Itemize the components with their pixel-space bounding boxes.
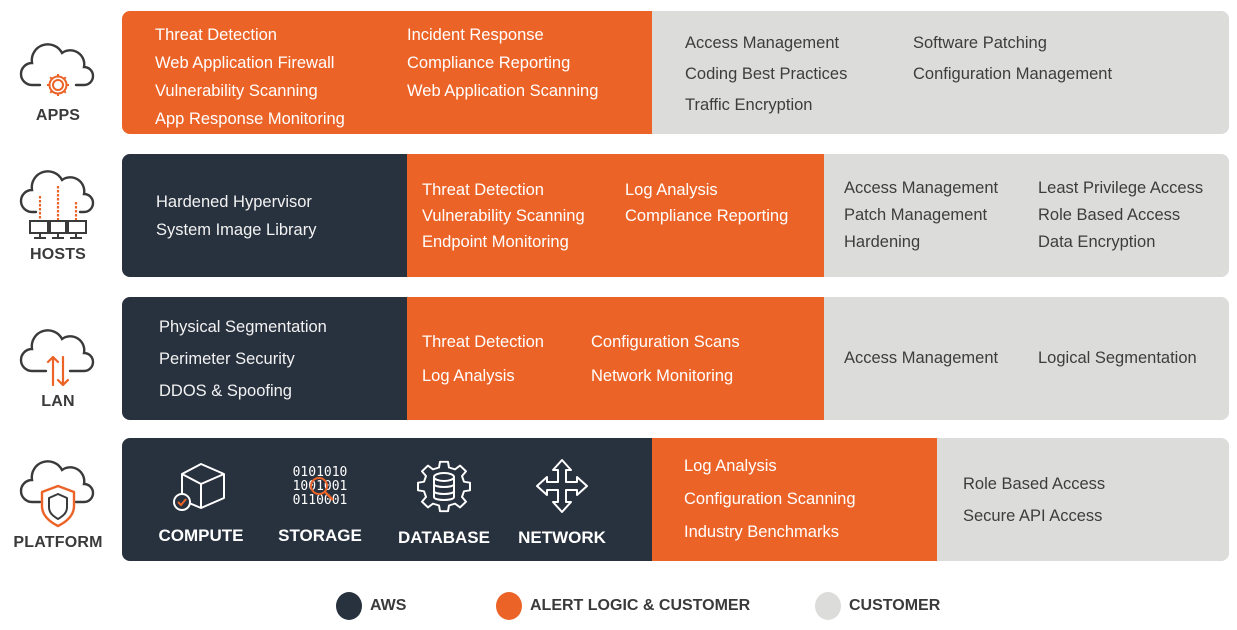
lan-aws-segment: Physical Segmentation Perimeter Security… [122,297,407,420]
legend-swatch [496,592,522,620]
list-item: Role Based Access [963,474,1106,493]
list-item: Web Application Firewall [155,54,335,72]
list-item: Log Analysis [625,180,718,199]
list-item: Least Privilege Access [1038,179,1204,197]
list-item: Role Based Access [1038,206,1181,224]
list-item: Vulnerability Scanning [422,206,585,225]
list-item: Web Application Scanning [407,82,599,100]
layer-lan-icon-group: LAN [12,319,104,411]
cloud-servers-icon [19,170,95,239]
list-item: Logical Segmentation [1038,349,1197,367]
apps-customer-segment: Access Management Coding Best Practices … [652,11,1229,134]
svg-text:1001001: 1001001 [293,479,348,494]
list-item: Configuration Scanning [684,490,856,508]
list-item: Hardening [844,233,921,251]
list-item: Threat Detection [422,332,544,351]
list-item: Log Analysis [684,457,777,475]
list-item: Industry Benchmarks [684,523,839,541]
list-item: Access Management [685,34,840,52]
svg-text:0110001: 0110001 [293,493,348,508]
legend: AWS ALERT LOGIC & CUSTOMER CUSTOMER [0,592,1237,622]
gear-database-icon [417,460,471,512]
legend-swatch [815,592,841,620]
list-item: Patch Management [844,206,988,224]
legend-label: ALERT LOGIC & CUSTOMER [530,597,751,614]
list-item: Network Monitoring [591,366,734,385]
list-item: Compliance Reporting [625,206,789,225]
list-item: Configuration Management [913,65,1113,83]
list-item: App Response Monitoring [155,110,345,128]
service-database: DATABASE [386,458,502,548]
binary-search-icon: 0101010 1001001 0110001 [293,465,348,508]
cloud-transfer-icon [19,329,95,387]
list-item: Coding Best Practices [685,65,848,83]
list-item: Access Management [844,179,999,197]
layer-label: HOSTS [29,246,87,263]
layer-platform-icon-group: PLATFORM [12,452,104,552]
lan-bar: Physical Segmentation Perimeter Security… [122,297,1229,420]
layer-label: PLATFORM [13,534,103,551]
cube-check-icon [173,462,225,511]
legend-item-alert-logic-and-customer: ALERT LOGIC & CUSTOMER [496,592,750,620]
list-item: Hardened Hypervisor [156,192,312,211]
list-item: System Image Library [156,220,317,239]
list-item: Software Patching [913,34,1047,52]
layer-platform: PLATFORM COMPUTE 0101010 1001001 0110001… [0,438,1237,561]
layer-apps-icon-group: APPS [12,33,104,125]
layer-hosts: HOSTS Hardened Hypervisor System Image L… [0,154,1237,277]
platform-customer-segment: Role Based Access Secure API Access [937,438,1229,561]
platform-alert-logic-segment: Log Analysis Configuration Scanning Indu… [652,438,937,561]
legend-label: AWS [370,597,407,614]
service-storage: 0101010 1001001 0110001 STORAGE [254,460,386,546]
hosts-alert-logic-segment: Threat Detection Vulnerability Scanning … [407,154,824,277]
list-item: Endpoint Monitoring [422,232,569,251]
list-item: Configuration Scans [591,332,740,351]
lan-alert-logic-segment: Threat Detection Log Analysis Configurat… [407,297,824,420]
list-item: Physical Segmentation [159,317,327,336]
hosts-aws-segment: Hardened Hypervisor System Image Library [122,154,407,277]
hosts-customer-segment: Access Management Patch Management Harde… [824,154,1229,277]
list-item: Data Encryption [1038,233,1156,251]
legend-item-customer: CUSTOMER [815,592,940,620]
cloud-gear-icon [19,43,95,96]
service-label: COMPUTE [158,525,244,545]
list-item: DDOS & Spoofing [159,381,292,400]
platform-bar: COMPUTE 0101010 1001001 0110001 STORAGE [122,438,1229,561]
list-item: Compliance Reporting [407,54,571,72]
layer-label: APPS [35,107,81,124]
lan-customer-segment: Access Management Logical Segmentation [824,297,1229,420]
list-item: Log Analysis [422,366,515,385]
list-item: Secure API Access [963,506,1103,525]
list-item: Vulnerability Scanning [155,82,318,100]
service-network: NETWORK [502,458,622,548]
service-label: DATABASE [398,527,490,547]
apps-alert-logic-segment: Threat Detection Web Application Firewal… [122,11,652,134]
legend-swatch [336,592,362,620]
layer-label: LAN [41,393,75,410]
service-label: STORAGE [278,525,362,545]
platform-aws-segment: COMPUTE 0101010 1001001 0110001 STORAGE [122,438,652,561]
list-item: Access Management [844,349,999,367]
hosts-bar: Hardened Hypervisor System Image Library… [122,154,1229,277]
cloud-shield-icon [19,460,95,528]
list-item: Perimeter Security [159,349,295,368]
list-item: Threat Detection [155,26,277,44]
legend-item-aws: AWS [336,592,406,620]
list-item: Incident Response [407,26,544,44]
list-item: Threat Detection [422,180,544,199]
service-label: NETWORK [518,527,606,547]
layer-lan: LAN Physical Segmentation Perimeter Secu… [0,297,1237,420]
legend-label: CUSTOMER [849,597,941,614]
layer-apps: APPS Threat Detection Web Application Fi… [0,11,1237,134]
four-way-arrows-icon [536,458,588,513]
layer-hosts-icon-group: HOSTS [12,166,104,264]
list-item: Traffic Encryption [685,96,813,114]
apps-bar: Threat Detection Web Application Firewal… [122,11,1229,134]
service-compute: COMPUTE [148,460,254,546]
